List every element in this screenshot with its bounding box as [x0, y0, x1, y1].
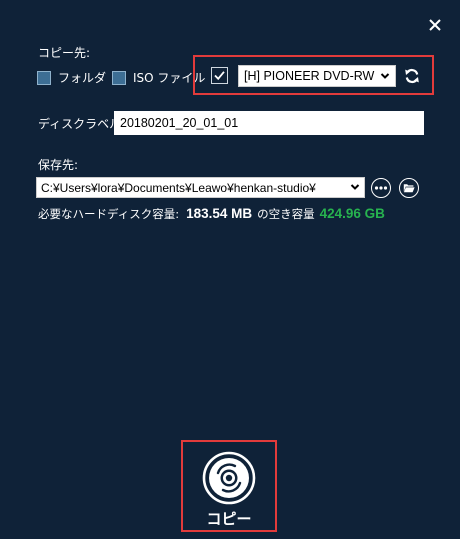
browse-more-button[interactable]: [371, 178, 391, 198]
disk-space-info: 必要なハードディスク容量: 183.54 MB の空き容量 424.96 GB: [38, 206, 385, 222]
iso-option[interactable]: ISO ファイル: [112, 69, 205, 86]
drive-select[interactable]: [H] PIONEER DVD-RW: [238, 65, 396, 87]
disc-icon: [202, 451, 256, 505]
close-icon: [429, 19, 441, 31]
refresh-icon: [405, 68, 419, 84]
copy-button-label: コピー: [206, 510, 252, 528]
chevron-down-icon: [350, 184, 360, 190]
disc-label-input[interactable]: [114, 111, 424, 135]
folder-checkbox[interactable]: [37, 70, 51, 85]
open-folder-button[interactable]: [399, 178, 419, 198]
chevron-down-icon: [380, 73, 390, 79]
copy-destination-label: コピー先:: [38, 46, 91, 60]
drive-select-value: [H] PIONEER DVD-RW: [244, 69, 375, 83]
iso-checkbox[interactable]: [112, 70, 126, 85]
refresh-button[interactable]: [403, 67, 421, 85]
folder-open-icon: [403, 184, 415, 193]
close-button[interactable]: [426, 16, 444, 34]
disc-label-label: ディスクラベル:: [38, 117, 126, 131]
save-location-label: 保存先:: [38, 158, 79, 172]
required-space-label: 必要なハードディスク容量:: [38, 207, 180, 221]
copy-button[interactable]: コピー: [181, 440, 277, 532]
folder-option[interactable]: フォルダ: [37, 69, 106, 86]
folder-option-label: フォルダ: [58, 71, 107, 85]
checkmark-icon: [214, 71, 225, 81]
save-path-value: C:¥Users¥lora¥Documents¥Leawo¥henkan-stu…: [41, 180, 316, 195]
free-space-value: 424.96 GB: [319, 206, 385, 221]
more-icon: [374, 186, 388, 190]
save-path-select[interactable]: C:¥Users¥lora¥Documents¥Leawo¥henkan-stu…: [36, 177, 365, 198]
disc-checkbox[interactable]: [211, 67, 228, 84]
free-space-label: の空き容量: [257, 207, 315, 221]
required-space-value: 183.54 MB: [186, 206, 253, 221]
